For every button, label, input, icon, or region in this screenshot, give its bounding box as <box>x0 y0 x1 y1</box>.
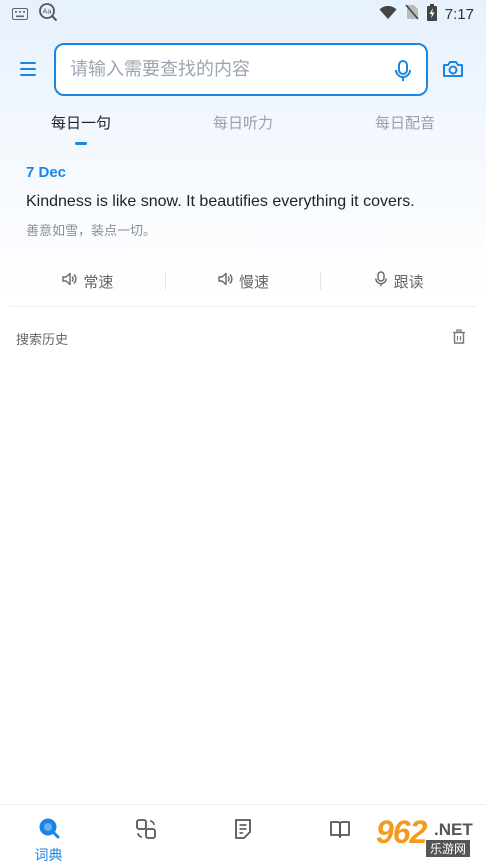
nav-notes[interactable] <box>194 805 291 865</box>
dictionary-lookup-icon: Aa <box>38 2 58 26</box>
tab-label: 每日配音 <box>374 114 435 132</box>
status-bar: Aa 7:17 <box>0 0 486 28</box>
book-icon <box>328 817 352 845</box>
normal-speed-button[interactable]: 常速 <box>10 271 165 291</box>
status-time: 7:17 <box>444 5 474 23</box>
nav-translate[interactable] <box>97 805 194 865</box>
no-sim-icon <box>405 4 419 24</box>
daily-tabs: 每日一句 每日听力 每日配音 <box>0 112 486 148</box>
daily-sentence-english: Kindness is like snow. It beautifies eve… <box>26 193 415 210</box>
daily-sentence-card[interactable]: 7 Dec Kindness is like snow. It beautifi… <box>26 164 466 239</box>
nav-dictionary-label: 词典 <box>34 848 63 864</box>
audio-actions: 常速 慢速 跟读 <box>10 262 476 300</box>
normal-speed-label: 常速 <box>83 272 114 291</box>
keyboard-icon <box>12 5 28 24</box>
follow-read-button[interactable]: 跟读 <box>321 271 476 291</box>
microphone-icon[interactable] <box>394 60 412 82</box>
section-divider <box>10 306 476 307</box>
search-input[interactable] <box>70 59 380 80</box>
svg-text:Aa: Aa <box>42 8 51 16</box>
tab-daily-sentence[interactable]: 每日一句 <box>40 112 122 145</box>
watermark-number: 962 <box>376 814 427 850</box>
slow-speed-button[interactable]: 慢速 <box>166 271 321 291</box>
search-icon <box>38 817 60 843</box>
trash-icon[interactable] <box>451 329 467 345</box>
tab-active-indicator <box>75 142 87 145</box>
translate-icon <box>134 817 158 845</box>
speaker-icon <box>217 271 233 291</box>
battery-charging-icon <box>426 3 437 25</box>
tab-label: 每日听力 <box>212 114 273 132</box>
slow-speed-label: 慢速 <box>239 272 270 291</box>
nav-dictionary[interactable]: 词典 <box>0 805 97 865</box>
tab-daily-listening[interactable]: 每日听力 <box>202 112 284 144</box>
watermark-domain: .NET <box>434 820 473 839</box>
camera-icon[interactable] <box>442 58 464 80</box>
notes-icon <box>231 817 255 845</box>
follow-read-label: 跟读 <box>393 272 424 291</box>
search-history-title: 搜索历史 <box>16 333 69 348</box>
search-box[interactable] <box>54 43 428 96</box>
daily-sentence-chinese: 善意如雪，装点一切。 <box>26 224 157 239</box>
search-header <box>0 42 486 98</box>
watermark-logo: 962 .NET 乐游网 <box>364 814 484 860</box>
tab-label: 每日一句 <box>50 114 111 132</box>
wifi-icon <box>379 5 397 24</box>
watermark-site-name: 乐游网 <box>426 840 471 857</box>
microphone-icon <box>374 271 388 291</box>
speaker-icon <box>61 271 77 291</box>
menu-icon[interactable] <box>18 59 38 79</box>
search-history-header: 搜索历史 <box>0 324 486 352</box>
daily-date: 7 Dec <box>26 164 67 181</box>
tab-daily-dubbing[interactable]: 每日配音 <box>364 112 446 144</box>
